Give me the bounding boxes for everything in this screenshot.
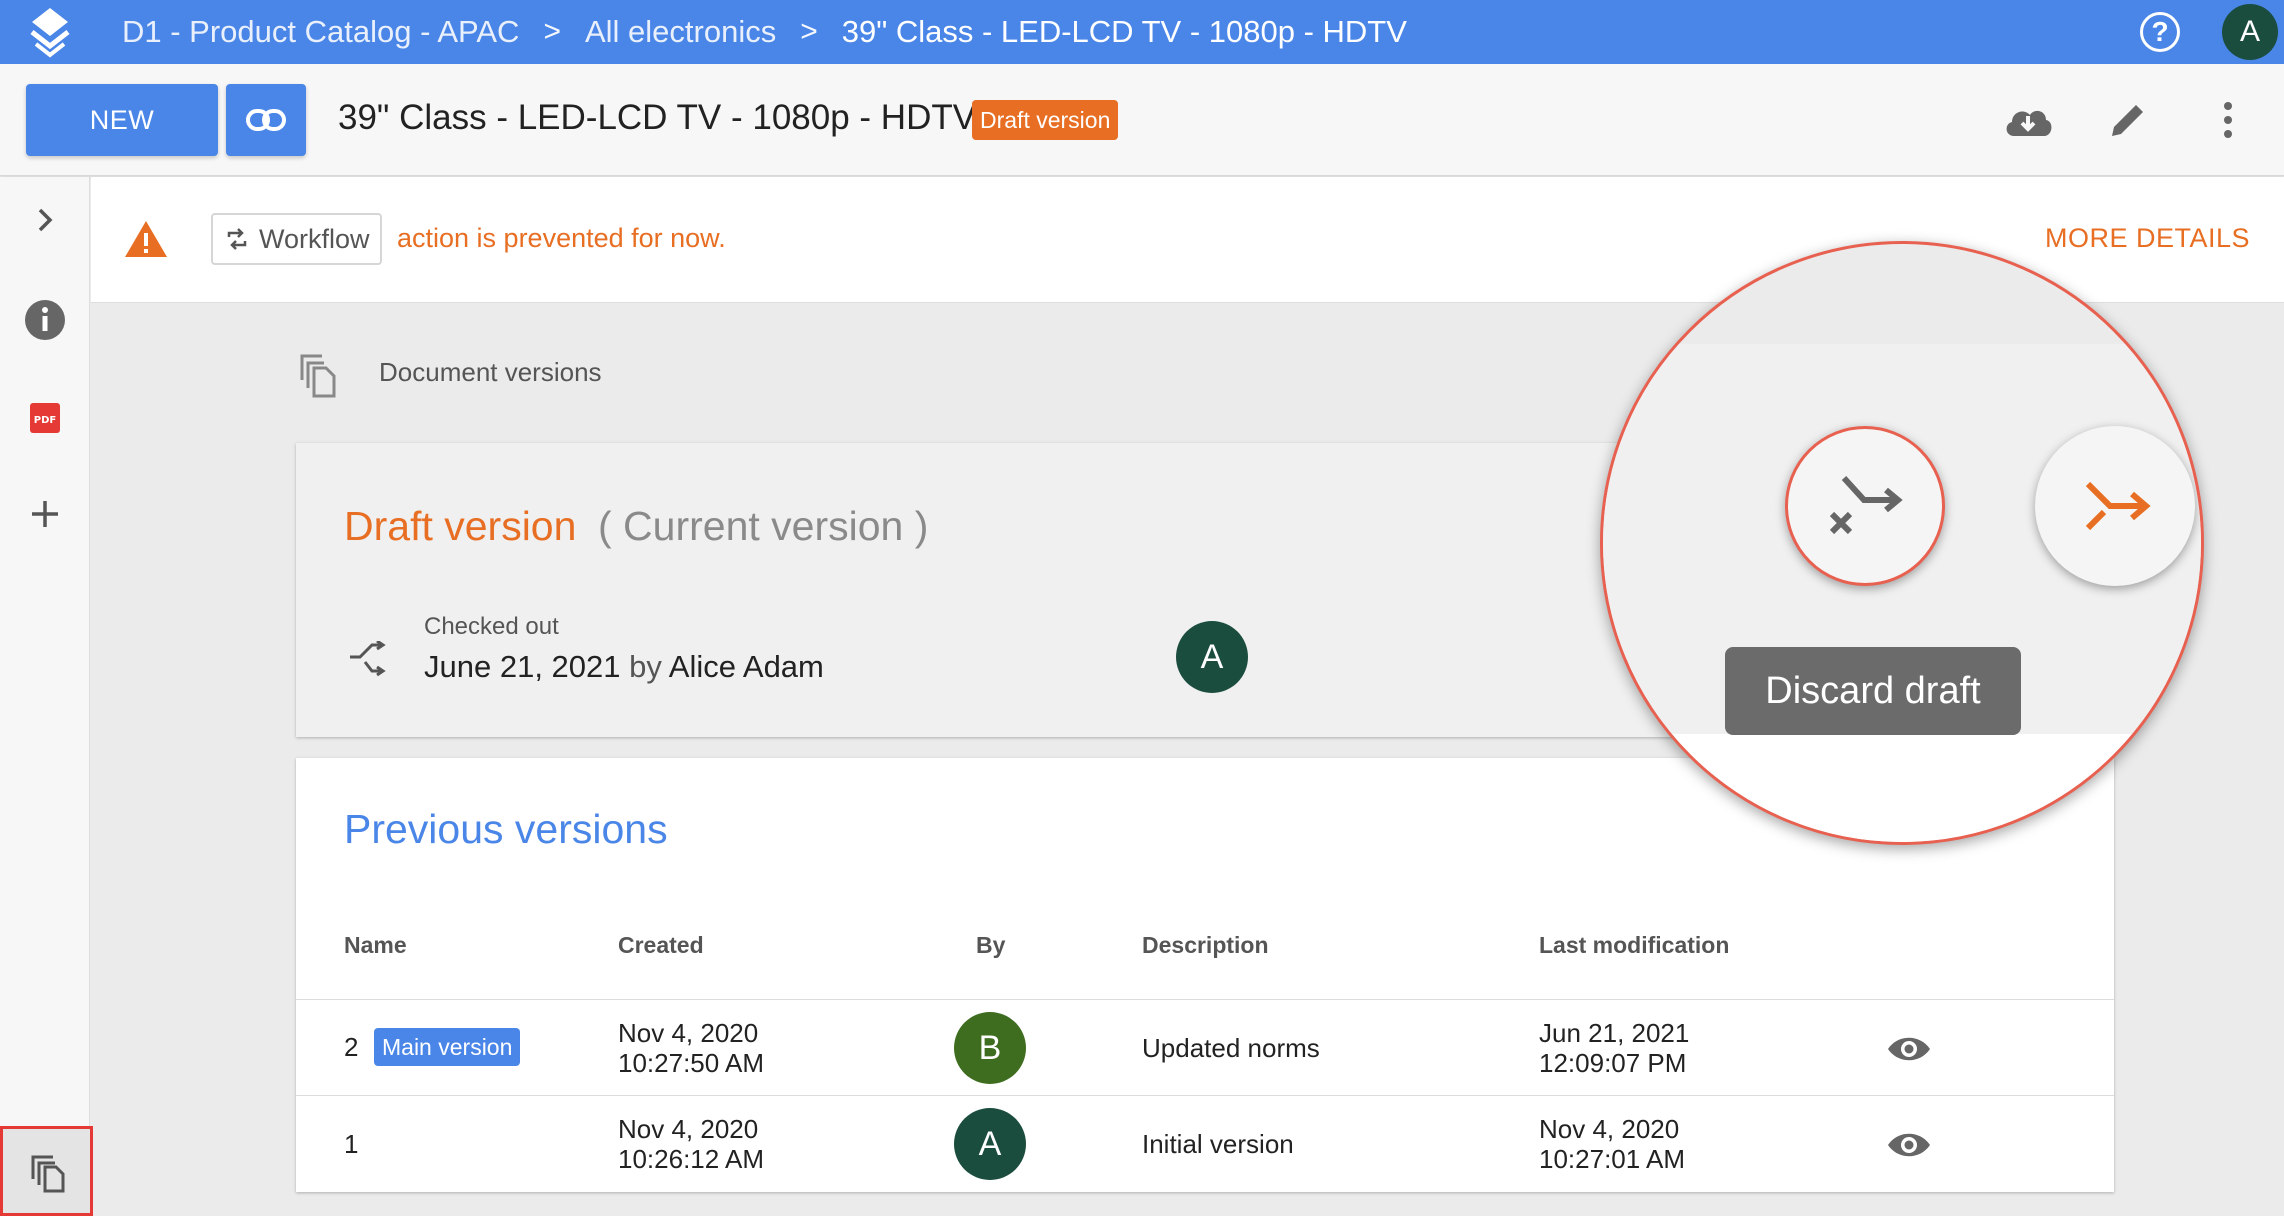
column-header-description[interactable]: Description [1142,932,1269,959]
merge-draft-button[interactable] [2035,426,2195,586]
main-version-badge: Main version [374,1028,521,1066]
more-details-button[interactable]: MORE DETAILS [2045,223,2250,254]
magnified-callout: Discard draft [1600,241,2204,845]
help-icon[interactable]: ? [2140,12,2180,52]
document-header: NEW 39" Class - LED-LCD TV - 1080p - HDT… [0,64,2284,176]
magnified-card-lower [1603,734,2201,842]
breadcrumb-separator: > [800,15,818,48]
breadcrumb-separator: > [543,15,561,48]
more-vert-icon[interactable] [2202,94,2254,146]
created-time: 10:26:12 AM [618,1144,764,1174]
avatar[interactable]: A [1176,621,1248,693]
new-button[interactable]: NEW [26,84,218,156]
info-icon[interactable] [17,292,73,348]
modified-time: 12:09:07 PM [1539,1048,1687,1078]
view-eye-icon[interactable] [1886,1130,1932,1160]
created-date: Nov 4, 2020 [618,1018,759,1048]
created-time: 10:27:50 AM [618,1048,764,1078]
view-eye-icon[interactable] [1886,1034,1932,1064]
download-cloud-icon[interactable] [2002,94,2054,146]
left-sidebar: PDF [0,177,90,1216]
breadcrumb: D1 - Product Catalog - APAC > All electr… [122,0,1407,64]
column-header-last-modification[interactable]: Last modification [1539,932,1729,959]
column-header-name[interactable]: Name [344,932,407,959]
previous-versions-title: Previous versions [344,806,668,852]
modified-time: 10:27:01 AM [1539,1144,1685,1174]
user-avatar[interactable]: A [2222,4,2278,60]
avatar[interactable]: A [954,1108,1026,1180]
version-description: Initial version [1142,1129,1294,1159]
pdf-icon[interactable]: PDF [17,390,73,446]
copy-link-button[interactable] [226,84,306,156]
checkout-date: June 21, 2021 [424,649,621,684]
checkout-user[interactable]: Alice Adam [669,649,824,684]
draft-version-badge: Draft version [972,100,1119,140]
chevron-right-icon[interactable] [17,192,73,248]
breadcrumb-item-current: 39" Class - LED-LCD TV - 1080p - HDTV [841,14,1407,49]
discard-draft-tooltip: Discard draft [1725,647,2021,735]
breadcrumb-item-electronics[interactable]: All electronics [585,14,776,50]
section-title: Document versions [379,357,602,387]
document-title: 39" Class - LED-LCD TV - 1080p - HDTV [338,98,977,137]
created-date: Nov 4, 2020 [618,1114,759,1144]
draft-version-title: Draft version [344,503,577,549]
top-bar: D1 - Product Catalog - APAC > All electr… [0,0,2284,64]
modified-date: Jun 21, 2021 [1539,1018,1690,1048]
plus-icon[interactable] [17,486,73,542]
checkout-by: by [629,649,662,684]
merge-draft-icon [2085,481,2151,531]
column-header-by[interactable]: By [976,932,1005,959]
modified-date: Nov 4, 2020 [1539,1114,1680,1144]
workflow-chip[interactable]: Workflow [211,213,382,265]
app-logo-icon[interactable] [30,6,70,58]
checked-out-label: Checked out [424,613,559,640]
versions-icon[interactable] [0,1126,93,1216]
checkout-info: June 21, 2021 by Alice Adam [424,649,824,685]
edit-pencil-icon[interactable] [2102,94,2154,146]
version-description: Updated norms [1142,1033,1320,1063]
avatar[interactable]: B [954,1012,1026,1084]
workflow-icon [227,228,247,250]
warning-icon [125,221,167,257]
column-header-created[interactable]: Created [618,932,704,959]
workflow-chip-label: Workflow [259,223,370,254]
version-number: 2 [344,1032,359,1062]
versions-section-icon [296,350,340,398]
row-divider [296,999,2114,1000]
current-version-label: ( Current version ) [598,503,929,549]
version-number: 1 [344,1129,359,1159]
breadcrumb-item-catalog[interactable]: D1 - Product Catalog - APAC [122,14,519,50]
discard-draft-button[interactable] [1785,426,1945,586]
checkout-icon [350,641,386,677]
row-divider [296,1095,2114,1096]
svg-text:PDF: PDF [34,415,56,426]
link-icon [246,109,286,131]
warning-message: action is prevented for now. [397,223,726,253]
discard-draft-icon [1829,475,1903,535]
